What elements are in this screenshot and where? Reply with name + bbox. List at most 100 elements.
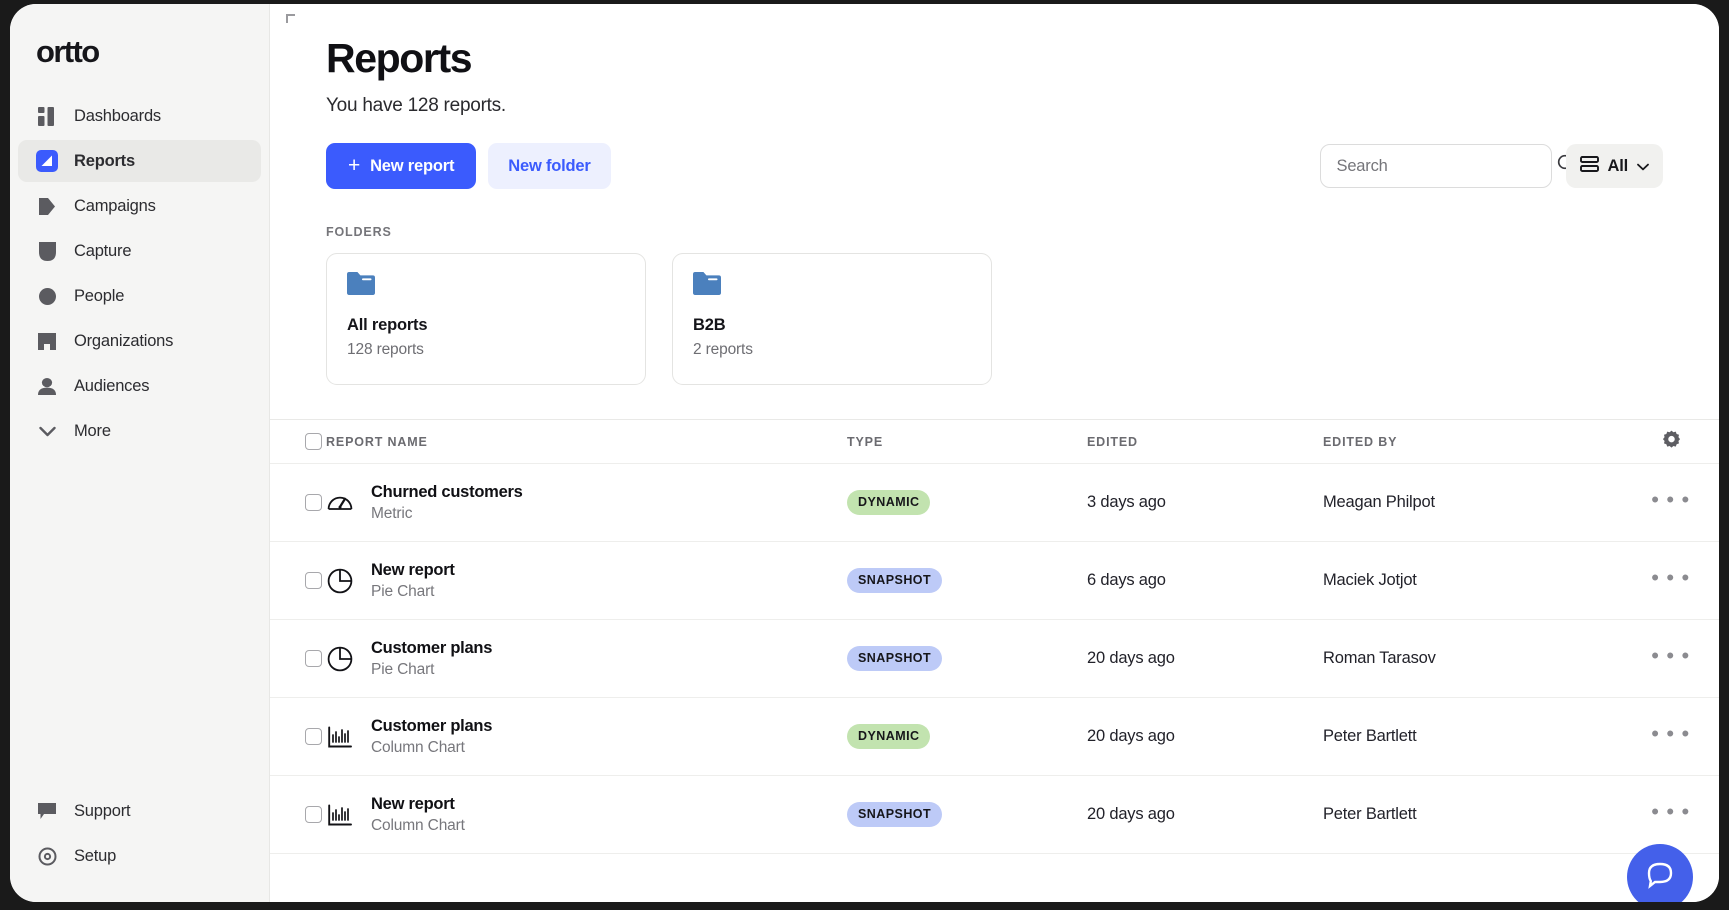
column-header-edited[interactable]: EDITED	[1087, 435, 1323, 449]
row-overflow-menu-icon[interactable]: • • •	[1651, 644, 1690, 667]
table-row[interactable]: Churned customers Metric DYNAMIC 3 days …	[270, 464, 1719, 543]
sidebar-item-label: Organizations	[74, 331, 174, 350]
content-padding: Reports You have 128 reports. + New repo…	[270, 4, 1719, 386]
row-select-cell	[270, 572, 326, 590]
row-menu-cell: • • •	[1623, 644, 1719, 667]
sidebar-nav: Dashboards Reports Campaigns Capture Peo…	[10, 92, 269, 455]
report-type-cell: DYNAMIC	[847, 724, 1087, 750]
sidebar-item-organizations[interactable]: Organizations	[18, 320, 261, 362]
corner-bracket-mark	[286, 14, 295, 23]
table-row[interactable]: New report Pie Chart SNAPSHOT 6 days ago…	[270, 542, 1719, 621]
report-edited: 20 days ago	[1087, 805, 1175, 824]
row-select-cell	[270, 650, 326, 668]
logo-wordmark: ortto	[36, 34, 100, 69]
search-input[interactable]	[1336, 156, 1557, 176]
sidebar: ortto Dashboards Reports Campaigns Captu…	[10, 4, 270, 902]
desktop-backdrop: ortto Dashboards Reports Campaigns Captu…	[0, 0, 1729, 910]
row-menu-cell: • • •	[1623, 800, 1719, 823]
status-badge: DYNAMIC	[847, 724, 931, 750]
sidebar-item-setup[interactable]: Setup	[18, 835, 261, 877]
row-checkbox[interactable]	[304, 572, 322, 590]
sidebar-item-label: Reports	[74, 151, 135, 170]
folder-icon	[347, 272, 625, 300]
main-content: Reports You have 128 reports. + New repo…	[270, 4, 1719, 902]
row-overflow-menu-icon[interactable]: • • •	[1651, 566, 1690, 589]
report-subtitle: Pie Chart	[371, 583, 435, 601]
capture-icon	[36, 240, 58, 262]
folder-count: 2 reports	[693, 341, 753, 359]
sidebar-item-label: More	[74, 421, 111, 440]
column-chart-icon	[326, 801, 353, 828]
column-header-edited-by[interactable]: EDITED BY	[1323, 435, 1623, 449]
folder-card-b2b[interactable]: B2B 2 reports	[672, 253, 992, 386]
chevron-down-icon	[36, 420, 58, 442]
column-settings-cell	[1623, 430, 1719, 454]
page-title: Reports	[326, 35, 473, 81]
row-checkbox[interactable]	[304, 806, 322, 824]
row-checkbox[interactable]	[304, 494, 322, 512]
sidebar-item-label: Capture	[74, 241, 132, 260]
row-overflow-menu-icon[interactable]: • • •	[1651, 800, 1690, 823]
sidebar-item-reports[interactable]: Reports	[18, 140, 261, 182]
support-icon	[36, 800, 58, 822]
app-logo[interactable]: ortto	[10, 26, 269, 78]
sidebar-item-label: Dashboards	[74, 106, 161, 125]
report-name-cell: New report Column Chart	[326, 794, 847, 836]
table-row[interactable]: Customer plans Pie Chart SNAPSHOT 20 day…	[270, 620, 1719, 699]
row-overflow-menu-icon[interactable]: • • •	[1651, 722, 1690, 745]
column-header-report-name[interactable]: REPORT NAME	[326, 435, 847, 449]
report-subtitle: Column Chart	[371, 739, 465, 757]
table-row[interactable]: New report Column Chart SNAPSHOT 20 days…	[270, 776, 1719, 855]
sidebar-item-label: Campaigns	[74, 196, 156, 215]
reports-table: REPORT NAME TYPE EDITED EDITED BY Churne…	[270, 419, 1719, 855]
setup-icon	[36, 845, 58, 867]
report-subtitle: Column Chart	[371, 817, 465, 835]
status-badge: SNAPSHOT	[847, 568, 943, 594]
page-subtitle: You have 128 reports.	[326, 95, 506, 117]
row-checkbox[interactable]	[304, 650, 322, 668]
table-header-row: REPORT NAME TYPE EDITED EDITED BY	[270, 420, 1719, 465]
new-report-label: New report	[370, 156, 455, 175]
sidebar-item-dashboards[interactable]: Dashboards	[18, 95, 261, 137]
row-checkbox[interactable]	[304, 728, 322, 746]
organizations-icon	[36, 330, 58, 352]
report-name-cell: New report Pie Chart	[326, 560, 847, 602]
folders-grid: All reports 128 reports B2B 2 reports	[326, 253, 1663, 386]
filter-dropdown[interactable]: All	[1565, 144, 1663, 189]
pie-chart-icon	[326, 567, 353, 594]
report-edited-by: Maciek Jotjot	[1323, 571, 1417, 590]
report-title: Customer plans	[371, 716, 493, 735]
row-select-cell	[270, 806, 326, 824]
new-folder-button[interactable]: New folder	[488, 143, 611, 190]
gear-icon[interactable]	[1662, 430, 1681, 454]
row-select-cell	[270, 728, 326, 746]
folder-icon	[693, 272, 971, 300]
chat-support-button[interactable]	[1627, 844, 1693, 902]
report-edited: 20 days ago	[1087, 727, 1175, 746]
report-edited-by: Peter Bartlett	[1323, 727, 1417, 746]
new-folder-label: New folder	[508, 156, 591, 175]
status-badge: SNAPSHOT	[847, 646, 943, 672]
column-header-type[interactable]: TYPE	[847, 435, 1087, 449]
sidebar-item-more[interactable]: More	[18, 410, 261, 452]
report-name-cell: Churned customers Metric	[326, 482, 847, 524]
table-row[interactable]: Customer plans Column Chart DYNAMIC 20 d…	[270, 698, 1719, 777]
select-all-checkbox[interactable]	[304, 433, 322, 451]
sidebar-item-support[interactable]: Support	[18, 790, 261, 832]
sidebar-item-capture[interactable]: Capture	[18, 230, 261, 272]
sidebar-item-audiences[interactable]: Audiences	[18, 365, 261, 407]
campaigns-icon	[36, 195, 58, 217]
new-report-button[interactable]: + New report	[326, 143, 477, 190]
sidebar-item-people[interactable]: People	[18, 275, 261, 317]
folder-card-all-reports[interactable]: All reports 128 reports	[326, 253, 646, 386]
column-chart-icon	[326, 723, 353, 750]
search-box[interactable]	[1319, 144, 1576, 189]
folder-name: B2B	[693, 316, 726, 335]
sidebar-item-label: People	[74, 286, 125, 305]
pie-chart-icon	[326, 645, 353, 672]
report-title: New report	[371, 794, 455, 813]
row-overflow-menu-icon[interactable]: • • •	[1651, 488, 1690, 511]
sidebar-item-campaigns[interactable]: Campaigns	[18, 185, 261, 227]
app-window: ortto Dashboards Reports Campaigns Captu…	[10, 4, 1719, 902]
